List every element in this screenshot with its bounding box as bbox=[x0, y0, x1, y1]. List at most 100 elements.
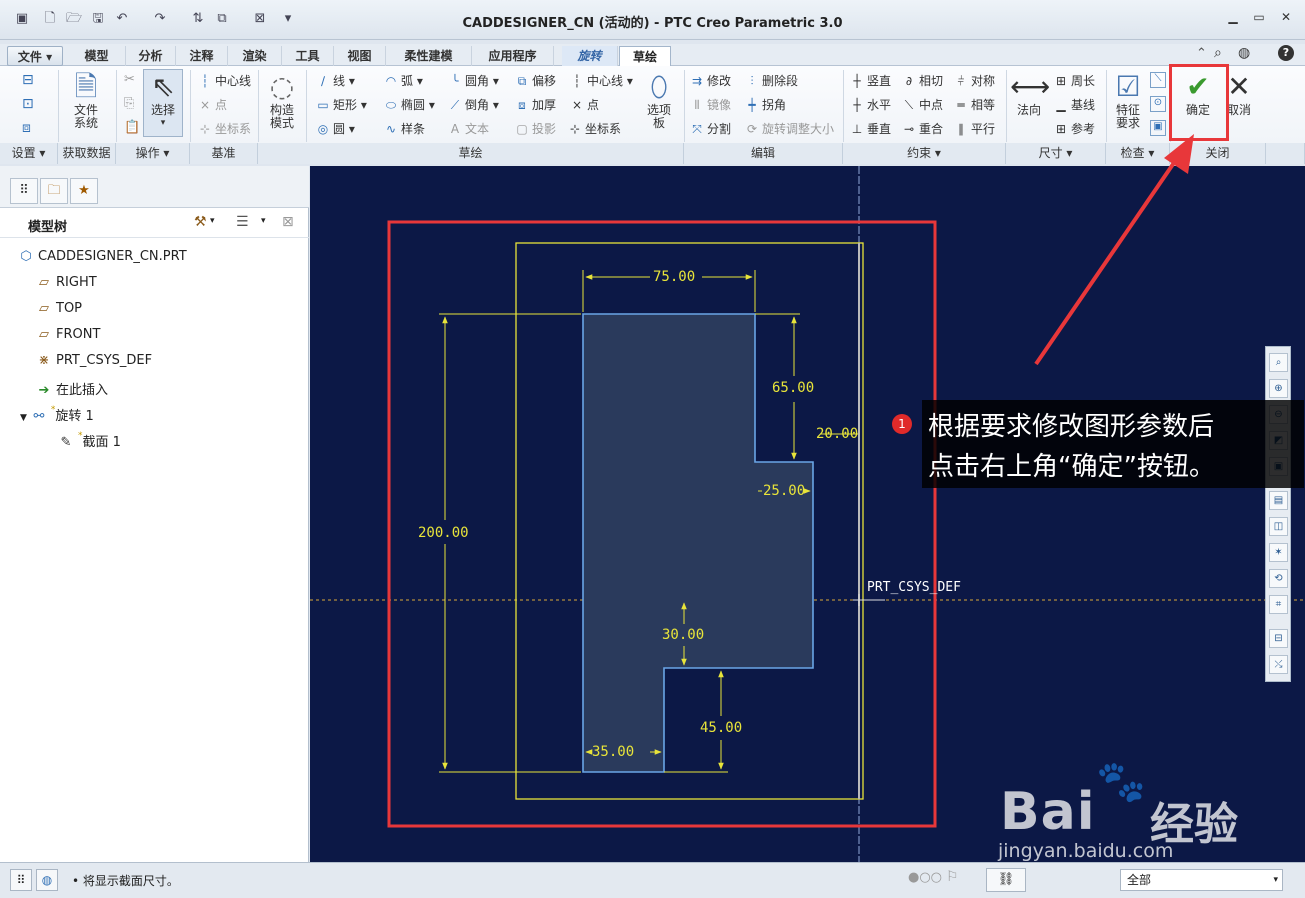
dim-200[interactable]: 200.00 bbox=[418, 525, 469, 541]
saved-orientations-icon[interactable]: ▤ bbox=[1269, 491, 1288, 510]
group-constrain[interactable]: 约束 ▾ bbox=[843, 143, 1006, 164]
divide-button[interactable]: ⤧ 分割 bbox=[690, 120, 731, 137]
sketcher-display-icon[interactable]: ⊟ bbox=[1269, 629, 1288, 648]
tab-render[interactable]: 渲染 bbox=[228, 46, 282, 66]
centerline-datum-button[interactable]: ┆ 中心线 bbox=[198, 72, 251, 89]
cut-icon[interactable]: ✂ bbox=[124, 72, 135, 87]
tree-item-csys[interactable]: ⋇ PRT_CSYS_DEF bbox=[36, 353, 153, 368]
expand-arrow-icon[interactable]: ▼ bbox=[20, 413, 27, 423]
toggle-navigator-icon[interactable]: ⠿ bbox=[10, 869, 32, 891]
tree-item-front[interactable]: ▱ FRONT bbox=[36, 327, 100, 342]
community-icon[interactable]: ◍ bbox=[1238, 45, 1250, 61]
rotate-resize-button[interactable]: ⟳ 旋转调整大小 bbox=[745, 120, 834, 137]
search-icon[interactable]: ⌕ bbox=[1214, 45, 1222, 61]
help-icon[interactable]: ? bbox=[1278, 45, 1294, 61]
file-system-button[interactable]: 🗎 文件 系统 bbox=[64, 70, 108, 130]
equal-constraint-button[interactable]: ═ 相等 bbox=[954, 96, 995, 113]
toggle-browser-icon[interactable]: ◍ bbox=[36, 869, 58, 891]
tab-analysis[interactable]: 分析 bbox=[126, 46, 176, 66]
feature-requirements-button[interactable]: ☑ 特征 要求 bbox=[1110, 70, 1146, 130]
symmetric-constraint-button[interactable]: ⫩ 对称 bbox=[954, 72, 995, 89]
tree-item-insert-here[interactable]: ➔ 在此插入 bbox=[36, 379, 108, 398]
dim-65[interactable]: 65.00 bbox=[772, 380, 814, 396]
tab-tools[interactable]: 工具 bbox=[282, 46, 334, 66]
csys-sketch-button[interactable]: ⊹ 坐标系 bbox=[568, 120, 621, 137]
spline-button[interactable]: ∿ 样条 bbox=[384, 120, 425, 137]
vertical-constraint-button[interactable]: ┼ 竖直 bbox=[850, 72, 891, 89]
line-button[interactable]: ∕ 线 ▾ bbox=[316, 72, 355, 89]
view-manager-icon[interactable]: ◫ bbox=[1269, 517, 1288, 536]
tangent-constraint-button[interactable]: ∂ 相切 bbox=[902, 72, 943, 89]
midpoint-constraint-button[interactable]: ⟍ 中点 bbox=[902, 96, 943, 113]
folder-browser-tab-icon[interactable]: 🗀 bbox=[40, 178, 68, 204]
tree-item-section[interactable]: ✎ *截面 1 bbox=[58, 431, 121, 450]
baseline-button[interactable]: ▁ 基线 bbox=[1054, 96, 1095, 113]
palette-button[interactable]: ⬯ 选项 板 bbox=[640, 70, 678, 130]
normal-dimension-button[interactable]: ⟷ 法向 bbox=[1010, 70, 1050, 117]
sketch-setup-icon[interactable]: ⊟ bbox=[22, 72, 34, 88]
tab-sketch[interactable]: 草绘 bbox=[619, 46, 671, 68]
refit-icon[interactable]: ⌕ bbox=[1269, 353, 1288, 372]
corner-button[interactable]: ┿ 拐角 bbox=[745, 96, 786, 113]
horizontal-constraint-button[interactable]: ┼ 水平 bbox=[850, 96, 891, 113]
csys-datum-button[interactable]: ⊹ 坐标系 bbox=[198, 120, 251, 137]
dim-45[interactable]: 45.00 bbox=[700, 720, 742, 736]
show-icon[interactable]: ☰ bbox=[236, 214, 249, 230]
fillet-button[interactable]: ╰ 圆角 ▾ bbox=[448, 72, 498, 89]
modify-button[interactable]: ⇉ 修改 bbox=[690, 72, 731, 89]
overlap-geometry-icon[interactable]: ⟍ bbox=[1150, 72, 1166, 88]
dim-75[interactable]: 75.00 bbox=[653, 269, 695, 285]
parallel-constraint-button[interactable]: ∥ 平行 bbox=[954, 120, 995, 137]
point-sketch-button[interactable]: × 点 bbox=[570, 96, 599, 113]
maximize-icon[interactable]: ▭ bbox=[1249, 10, 1269, 28]
dim-30[interactable]: 30.00 bbox=[662, 627, 704, 643]
mirror-button[interactable]: ⫴ 镜像 bbox=[690, 96, 731, 113]
find-icon[interactable]: ⛓ bbox=[986, 868, 1026, 892]
references-icon[interactable]: ⊡ bbox=[22, 96, 34, 112]
construct-mode-button[interactable]: ◌ 构造 模式 bbox=[262, 70, 302, 130]
tab-annotate[interactable]: 注释 bbox=[176, 46, 228, 66]
tree-filters-icon[interactable]: ⊠ bbox=[282, 214, 294, 230]
tree-item-top[interactable]: ▱ TOP bbox=[36, 301, 82, 316]
dim-20[interactable]: 20.00 bbox=[816, 426, 858, 442]
ellipse-button[interactable]: ⬭ 椭圆 ▾ bbox=[384, 96, 435, 113]
perpendicular-constraint-button[interactable]: ⊥ 垂直 bbox=[850, 120, 891, 137]
spin-center-icon[interactable]: ⟲ bbox=[1269, 569, 1288, 588]
group-setup[interactable]: 设置 ▾ bbox=[0, 143, 58, 164]
chevron-down-icon[interactable]: ▾ bbox=[261, 216, 266, 226]
project-button[interactable]: ▢ 投影 bbox=[515, 120, 556, 137]
dim-25[interactable]: 25.00 bbox=[763, 483, 805, 499]
close-icon[interactable]: ✕ bbox=[1276, 10, 1296, 28]
chevron-down-icon[interactable]: ▾ bbox=[210, 216, 215, 226]
datum-display-icon[interactable]: ✶ bbox=[1269, 543, 1288, 562]
centerline-sketch-button[interactable]: ┆ 中心线 ▾ bbox=[570, 72, 632, 89]
tree-settings-icon[interactable]: ⚒ bbox=[194, 214, 207, 230]
dim-35[interactable]: 35.00 bbox=[592, 744, 634, 760]
tree-item-revolve[interactable]: ▼ ⚯ *旋转 1 bbox=[20, 405, 94, 424]
rectangle-button[interactable]: ▭ 矩形 ▾ bbox=[316, 96, 367, 113]
chamfer-button[interactable]: ⟋ 倒角 ▾ bbox=[448, 96, 499, 113]
circle-button[interactable]: ◎ 圆 ▾ bbox=[316, 120, 355, 137]
highlight-open-ends-icon[interactable]: ⊙ bbox=[1150, 96, 1166, 112]
annotation-display-icon[interactable]: ⌗ bbox=[1269, 595, 1288, 614]
arc-button[interactable]: ◠ 弧 ▾ bbox=[384, 72, 423, 89]
collapse-ribbon-icon[interactable]: ⌃ bbox=[1196, 46, 1207, 61]
tree-item-part[interactable]: ⬡ CADDESIGNER_CN.PRT bbox=[18, 249, 186, 264]
thicken-button[interactable]: ⧈ 加厚 bbox=[515, 96, 556, 113]
paste-icon[interactable]: 📋 bbox=[124, 120, 140, 135]
zoom-in-icon[interactable]: ⊕ bbox=[1269, 379, 1288, 398]
sketch-view-icon[interactable]: ⧈ bbox=[22, 120, 31, 136]
offset-button[interactable]: ⧉ 偏移 bbox=[515, 72, 556, 89]
tab-flexible-modeling[interactable]: 柔性建模 bbox=[386, 46, 472, 66]
tab-model[interactable]: 模型 bbox=[68, 46, 126, 66]
group-operations[interactable]: 操作 ▾ bbox=[116, 143, 190, 164]
tab-applications[interactable]: 应用程序 bbox=[472, 46, 554, 66]
text-button[interactable]: A 文本 bbox=[448, 120, 489, 137]
favorites-tab-icon[interactable]: ★ bbox=[70, 178, 98, 204]
sketch-view-icon[interactable]: ⤯ bbox=[1269, 655, 1288, 674]
tab-revolve[interactable]: 旋转 bbox=[562, 46, 618, 66]
point-datum-button[interactable]: × 点 bbox=[198, 96, 227, 113]
perimeter-button[interactable]: ⊞ 周长 bbox=[1054, 72, 1095, 89]
delete-segment-button[interactable]: ⫶ 删除段 bbox=[745, 72, 798, 89]
copy-icon[interactable]: ⎘ bbox=[124, 96, 134, 111]
